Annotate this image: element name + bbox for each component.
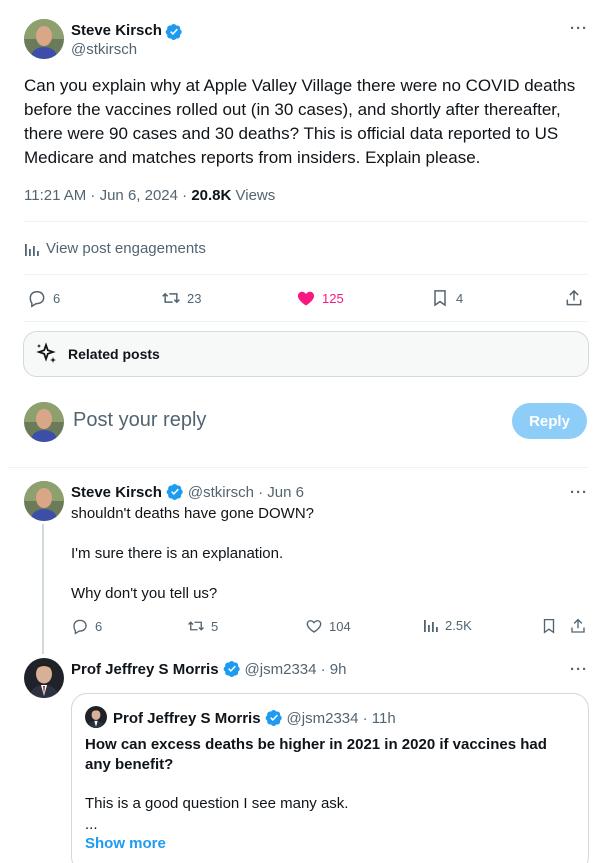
reply-author-name[interactable]: Steve Kirsch xyxy=(71,484,162,501)
quoted-avatar xyxy=(85,706,107,728)
share-icon xyxy=(571,618,585,633)
like-count: 104 xyxy=(329,618,351,634)
composer-avatar[interactable] xyxy=(24,402,64,442)
reply-header: Steve Kirsch @stkirsch · Jun 6 xyxy=(71,483,304,501)
bookmark-button[interactable]: 4 xyxy=(430,288,463,308)
repost-button[interactable]: 23 xyxy=(161,288,201,308)
heart-icon xyxy=(306,620,322,633)
related-posts-card[interactable]: Related posts xyxy=(23,331,589,377)
heart-icon xyxy=(297,291,315,306)
divider xyxy=(24,221,588,222)
reply-count: 6 xyxy=(95,618,103,634)
verified-badge-icon xyxy=(265,709,282,727)
analytics-icon xyxy=(424,620,438,632)
views-button[interactable]: 2.5K xyxy=(423,617,472,633)
post-time[interactable]: 11:21 AM · Jun 6, 2024 · xyxy=(24,187,191,204)
quoted-header: Prof Jeffrey S Morris @jsm2334 · 11h xyxy=(113,709,396,727)
repost-icon xyxy=(162,292,180,304)
reply-header: Prof Jeffrey S Morris @jsm2334 · 9h xyxy=(71,660,347,678)
views-count: 20.8K xyxy=(191,187,232,204)
views-label: Views xyxy=(231,187,276,204)
reply-text-line: I'm sure there is an explanation. xyxy=(71,545,284,562)
post-timestamp: 11:21 AM · Jun 6, 2024 · 20.8K Views xyxy=(24,187,275,204)
post-text: Can you explain why at Apple Valley Vill… xyxy=(24,76,576,167)
divider xyxy=(24,321,588,322)
author-name[interactable]: Steve Kirsch xyxy=(71,22,162,39)
more-options-icon[interactable]: ··· xyxy=(570,20,588,37)
bookmark-button[interactable] xyxy=(540,617,558,635)
reply-avatar[interactable] xyxy=(24,481,64,521)
reply-input[interactable]: Post your reply xyxy=(73,409,206,432)
related-posts-label: Related posts xyxy=(68,346,160,362)
reply-icon xyxy=(73,619,87,635)
reply-avatar[interactable] xyxy=(24,658,64,698)
like-button[interactable]: 125 xyxy=(296,288,344,308)
reply-meta[interactable]: @stkirsch · Jun 6 xyxy=(188,484,304,501)
repost-count: 5 xyxy=(211,618,219,634)
reply-count: 6 xyxy=(53,290,61,306)
sparkle-icon xyxy=(36,342,56,363)
verified-badge-icon xyxy=(166,483,183,501)
divider xyxy=(24,274,588,275)
reply-button[interactable]: 6 xyxy=(71,617,102,635)
quoted-text: This is a good question I see many ask. xyxy=(85,795,349,812)
reply-button[interactable]: 6 xyxy=(27,288,60,308)
quoted-bold-text: How can excess deaths be higher in 2021 … xyxy=(85,736,547,773)
quoted-meta: @jsm2334 · 11h xyxy=(286,709,396,727)
reply-text-line: Why don't you tell us? xyxy=(71,585,218,602)
show-more-link[interactable]: Show more xyxy=(85,835,166,852)
repost-button[interactable]: 5 xyxy=(187,617,218,635)
repost-icon xyxy=(188,621,204,631)
like-count: 125 xyxy=(322,290,344,306)
more-options-icon[interactable]: ··· xyxy=(570,661,588,678)
reply-submit-button[interactable]: Reply xyxy=(512,403,587,439)
analytics-icon xyxy=(25,243,39,256)
divider xyxy=(8,467,588,468)
views-count: 2.5K xyxy=(445,617,472,633)
bookmark-icon xyxy=(434,290,446,307)
quoted-ellipsis: ... xyxy=(85,816,98,833)
share-icon xyxy=(566,289,582,306)
verified-badge-icon xyxy=(165,23,182,41)
author-handle[interactable]: @stkirsch xyxy=(71,41,137,58)
like-button[interactable]: 104 xyxy=(305,617,351,635)
thread-connector-line xyxy=(42,524,44,654)
quoted-author-name: Prof Jeffrey S Morris xyxy=(113,709,261,727)
more-options-icon[interactable]: ··· xyxy=(570,484,588,501)
view-engagements-link[interactable]: View post engagements xyxy=(24,240,206,257)
repost-count: 23 xyxy=(187,290,202,306)
author-avatar[interactable] xyxy=(24,19,64,59)
share-button[interactable] xyxy=(569,617,587,635)
view-engagements-label: View post engagements xyxy=(46,240,206,257)
share-button[interactable] xyxy=(564,288,584,308)
bookmark-icon xyxy=(543,618,555,634)
verified-badge-icon xyxy=(223,660,240,678)
reply-author-name[interactable]: Prof Jeffrey S Morris xyxy=(71,661,219,678)
reply-meta[interactable]: @jsm2334 · 9h xyxy=(245,661,347,678)
reply-icon xyxy=(29,291,45,308)
reply-text-line: shouldn't deaths have gone DOWN? xyxy=(71,505,315,522)
bookmark-count: 4 xyxy=(456,290,464,306)
